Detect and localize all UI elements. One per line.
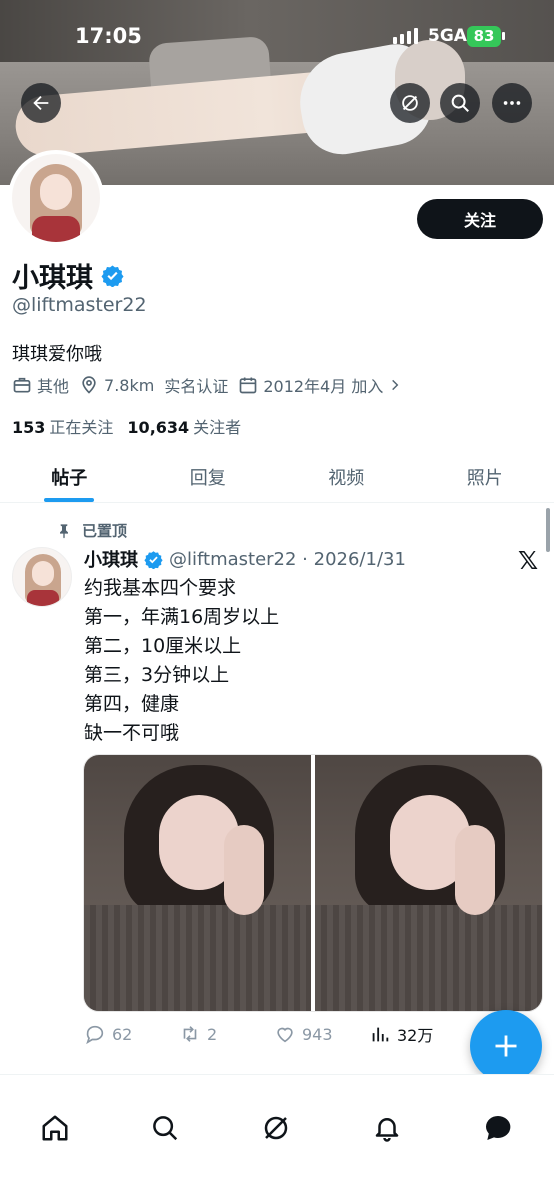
compose-button[interactable] xyxy=(470,1010,542,1082)
pin-icon xyxy=(60,523,68,538)
meta-joined-text: 2012年4月 加入 xyxy=(263,377,384,396)
home-icon xyxy=(42,1115,68,1141)
views-action[interactable]: 32万 xyxy=(369,1022,464,1046)
post-line: 缺一不可哦 xyxy=(84,722,180,744)
tab-posts[interactable]: 帖子 xyxy=(0,450,139,502)
reply-action[interactable]: 62 xyxy=(84,1023,179,1045)
post-actions: 62 2 943 32万 xyxy=(84,1022,504,1046)
grok-icon xyxy=(402,95,418,111)
meta-category: 其他 xyxy=(12,373,69,397)
search-button[interactable] xyxy=(440,83,480,123)
more-button[interactable] xyxy=(492,83,532,123)
signal-icon xyxy=(393,28,418,44)
avatar-face xyxy=(40,174,72,210)
search-icon xyxy=(451,94,469,112)
post-avatar-face xyxy=(32,561,54,586)
bell-icon xyxy=(375,1118,399,1142)
following-label: 正在关注 xyxy=(49,418,114,437)
back-arrow-icon xyxy=(33,95,49,111)
following-link[interactable]: 153 正在关注 xyxy=(12,414,113,438)
post-line: 第四，健康 xyxy=(84,693,180,715)
followers-count: 10,634 xyxy=(127,418,190,437)
more-icon xyxy=(503,101,521,105)
post-handle-date: @liftmaster22 · 2026/1/31 xyxy=(169,548,406,570)
photo-sweater xyxy=(84,905,311,1011)
meta-category-text: 其他 xyxy=(37,377,70,396)
repost-count: 2 xyxy=(207,1024,218,1044)
like-action[interactable]: 943 xyxy=(274,1023,369,1045)
briefcase-icon xyxy=(13,377,31,393)
nav-messages[interactable] xyxy=(481,1111,515,1145)
tab-videos[interactable]: 视频 xyxy=(277,450,416,502)
pinned-label: 已置顶 xyxy=(82,522,128,540)
grok-icon xyxy=(264,1116,288,1140)
meta-location: 7.8km xyxy=(79,375,154,395)
post-photo-1[interactable] xyxy=(84,755,311,1011)
photo-hand xyxy=(455,825,495,915)
repost-icon xyxy=(183,1026,197,1042)
meta-joined[interactable]: 2012年4月 加入 xyxy=(238,373,402,397)
post-line: 约我基本四个要求 xyxy=(84,577,237,599)
plus-icon xyxy=(495,1035,517,1057)
nav-search[interactable] xyxy=(148,1111,182,1145)
network-label: 5GA xyxy=(428,26,467,46)
grok-button[interactable] xyxy=(390,83,430,123)
heart-icon xyxy=(277,1027,293,1043)
meta-verification-text: 实名认证 xyxy=(164,377,229,396)
follow-counts: 153 正在关注 10,634 关注者 xyxy=(12,414,241,438)
location-pin-icon xyxy=(82,376,96,394)
battery-tip xyxy=(502,32,505,40)
profile-handle: @liftmaster22 xyxy=(12,294,147,316)
photo-sweater xyxy=(315,905,542,1011)
profile-tabs: 帖子 回复 视频 照片 xyxy=(0,450,554,503)
verified-badge-icon xyxy=(144,550,163,569)
nav-grok[interactable] xyxy=(259,1111,293,1145)
views-icon xyxy=(372,1027,389,1042)
photo-hand xyxy=(224,825,264,915)
repost-action[interactable]: 2 xyxy=(179,1023,274,1045)
reply-icon xyxy=(86,1025,104,1045)
x-logo-icon: 𝕏 xyxy=(518,546,539,575)
followers-label: 关注者 xyxy=(193,418,242,437)
verified-badge-icon[interactable] xyxy=(101,264,124,287)
profile-bio: 琪琪爱你哦 xyxy=(12,344,102,365)
post-text: 约我基本四个要求 第一，年满16周岁以上 第二，10厘米以上 第三，3分钟以上 … xyxy=(84,574,279,748)
nav-home[interactable] xyxy=(38,1111,72,1145)
post-author[interactable]: 小琪琪 xyxy=(84,546,138,572)
post-avatar-top xyxy=(27,590,59,606)
chevron-right-icon xyxy=(392,379,399,391)
like-count: 943 xyxy=(302,1024,333,1044)
reply-count: 62 xyxy=(112,1024,133,1044)
back-button[interactable] xyxy=(21,83,61,123)
battery-indicator: 83 xyxy=(467,26,501,47)
avatar-top xyxy=(32,216,80,242)
meta-verification: 实名认证 xyxy=(164,373,228,397)
views-count: 32万 xyxy=(397,1026,434,1045)
post-header: 小琪琪 @liftmaster22 · 2026/1/31 xyxy=(84,546,406,572)
bottom-nav xyxy=(0,1074,554,1200)
display-name: 小琪琪 xyxy=(12,256,124,295)
post-media xyxy=(83,754,543,1012)
scrollbar[interactable] xyxy=(546,508,550,552)
post-line: 第三，3分钟以上 xyxy=(84,664,230,686)
chat-icon xyxy=(486,1116,511,1140)
meta-distance-text: 7.8km xyxy=(104,375,155,395)
status-time: 17:05 xyxy=(75,24,142,48)
calendar-icon xyxy=(239,377,257,394)
display-name-text: 小琪琪 xyxy=(12,263,93,294)
pinned-indicator: 已置顶 xyxy=(56,520,127,541)
profile-meta: 其他 7.8km 实名认证 2012年4月 加入 xyxy=(12,373,402,397)
follow-button[interactable]: 关注 xyxy=(417,199,543,239)
following-count: 153 xyxy=(12,418,46,437)
post-photo-2[interactable] xyxy=(315,755,542,1011)
search-icon xyxy=(153,1116,178,1141)
followers-link[interactable]: 10,634 关注者 xyxy=(127,414,241,438)
nav-notifications[interactable] xyxy=(370,1111,404,1145)
tab-replies[interactable]: 回复 xyxy=(139,450,278,502)
tab-photos[interactable]: 照片 xyxy=(416,450,554,502)
post-line: 第二，10厘米以上 xyxy=(84,635,242,657)
profile-avatar[interactable] xyxy=(8,150,104,246)
post-line: 第一，年满16周岁以上 xyxy=(84,606,280,628)
post-avatar[interactable] xyxy=(12,547,72,607)
